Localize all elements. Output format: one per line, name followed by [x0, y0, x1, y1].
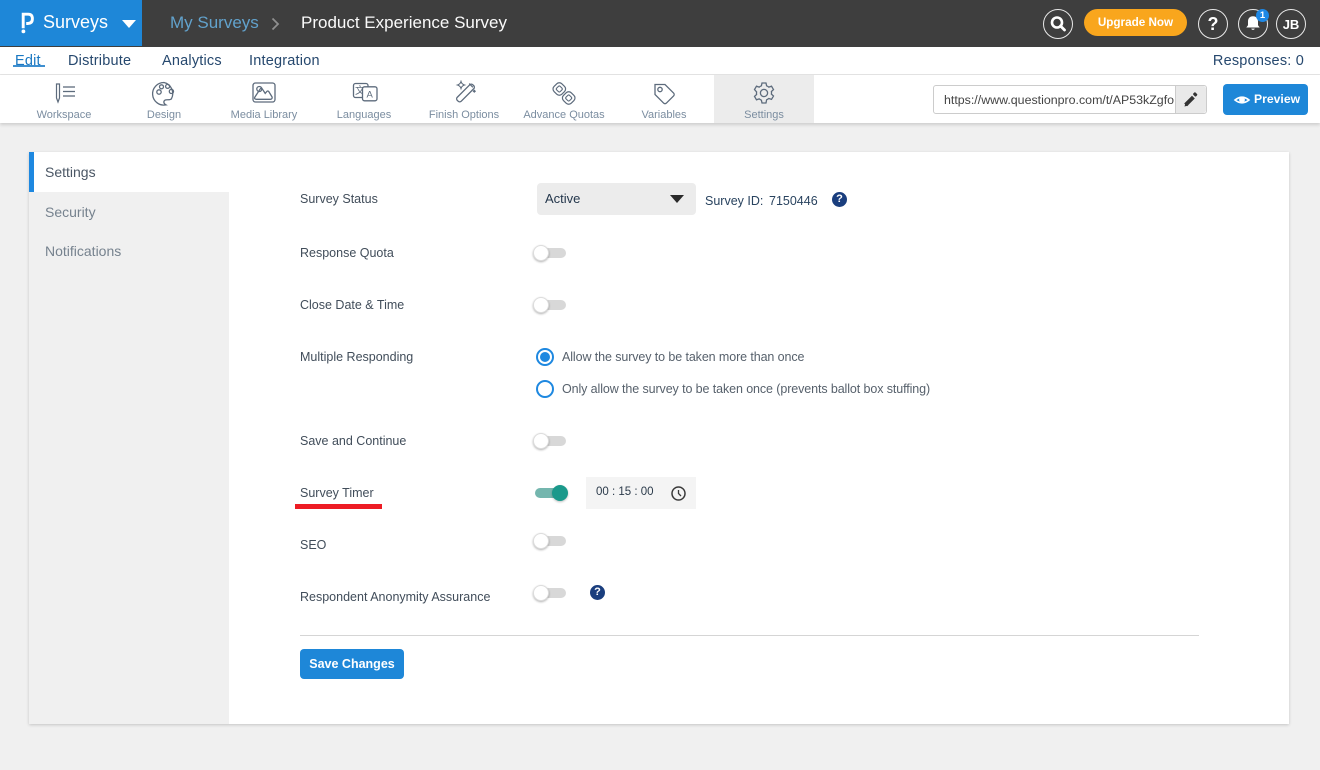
svg-text:A: A — [367, 90, 374, 101]
